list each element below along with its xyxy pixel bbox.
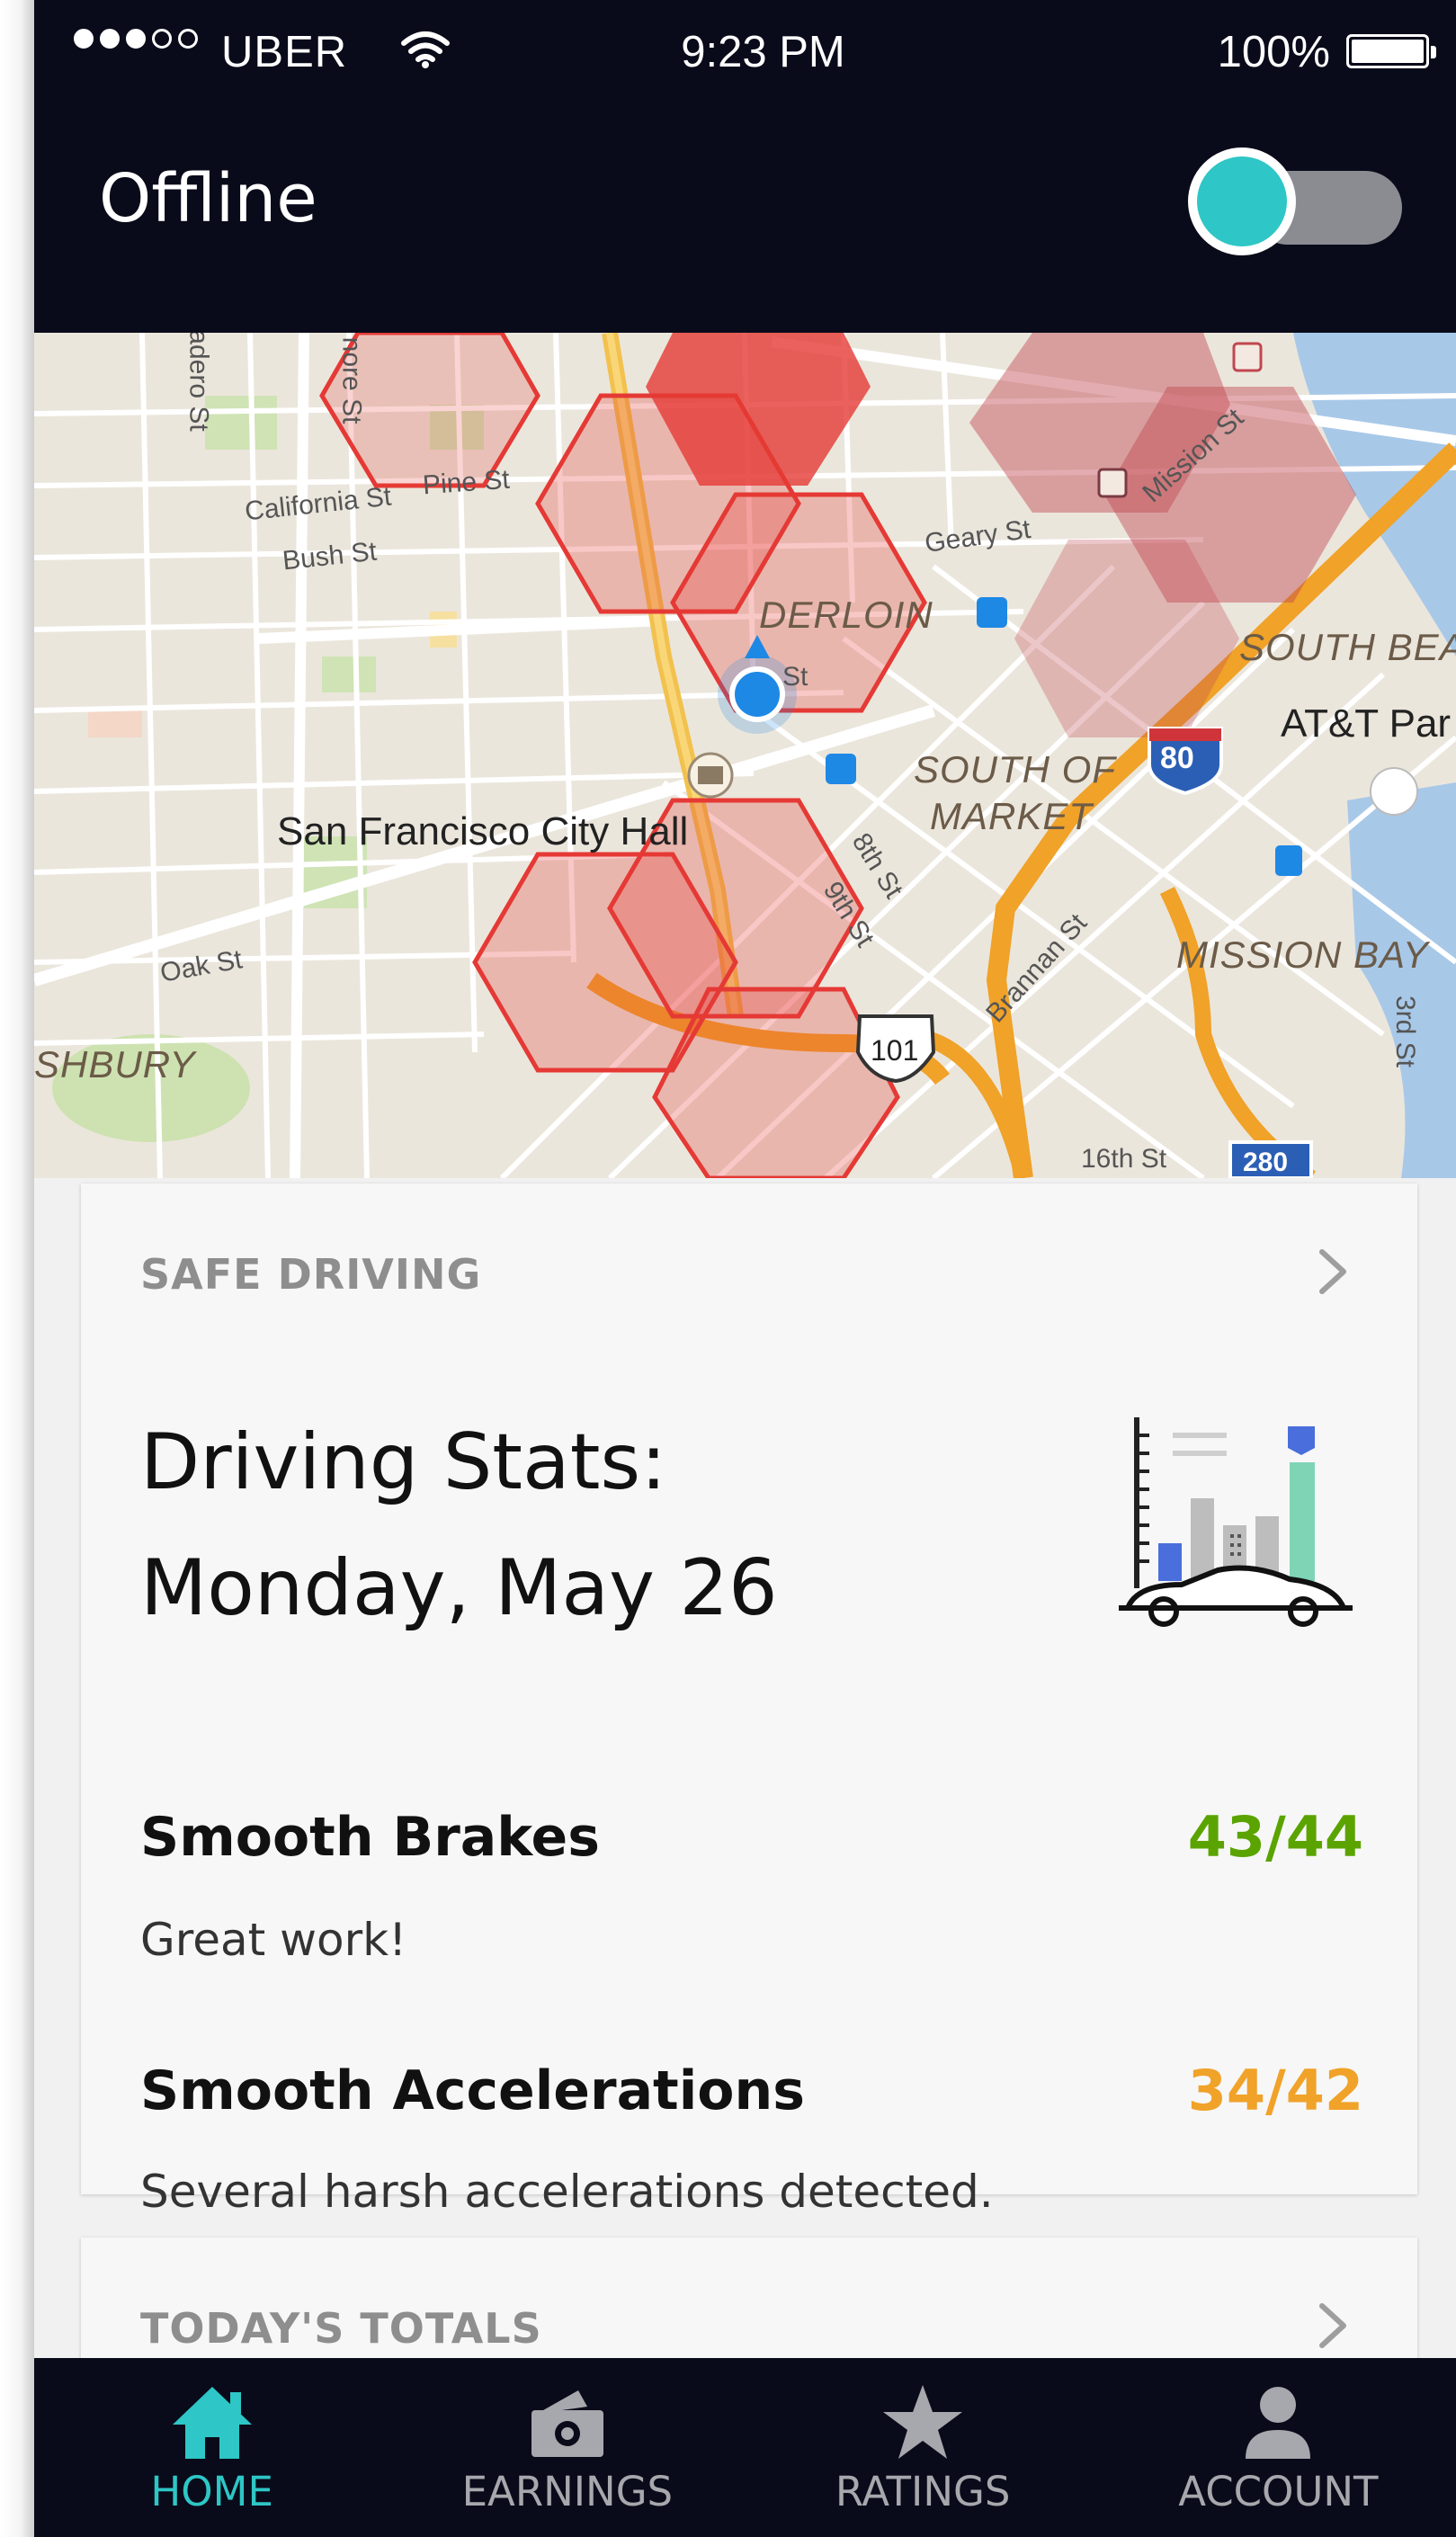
driver-status-title: Offline bbox=[99, 160, 317, 237]
person-icon bbox=[1246, 2387, 1311, 2459]
map-label: St bbox=[782, 662, 808, 692]
highway-shield-label: 80 bbox=[1160, 741, 1194, 775]
smooth-accelerations-note: Several harsh accelerations detected. bbox=[140, 2166, 994, 2218]
battery-icon bbox=[1346, 34, 1436, 68]
chevron-right-icon[interactable] bbox=[1315, 1245, 1351, 1299]
map-neighborhood: SOUTH OF bbox=[914, 748, 1116, 791]
map-label: nore St bbox=[336, 336, 367, 424]
card-section-title: TODAY'S TOTALS bbox=[140, 2304, 542, 2353]
highway-shield-label: 101 bbox=[871, 1034, 919, 1067]
chevron-right-icon[interactable] bbox=[1315, 2299, 1351, 2353]
map-neighborhood: SHBURY bbox=[34, 1043, 196, 1085]
status-bar: UBER 9:23 PM 100% bbox=[34, 20, 1456, 83]
map-label: Pine St bbox=[421, 464, 511, 501]
device-bezel bbox=[0, 0, 34, 2537]
online-toggle[interactable] bbox=[1188, 147, 1402, 255]
surge-map[interactable]: Pine St California St Bush St Geary St M… bbox=[34, 333, 1456, 1178]
map-label: 16th St bbox=[1081, 1144, 1167, 1174]
home-icon bbox=[172, 2387, 252, 2459]
smooth-brakes-note: Great work! bbox=[140, 1914, 407, 1966]
smooth-accelerations-score: 34/42 bbox=[1187, 2058, 1363, 2123]
card-section-title: SAFE DRIVING bbox=[140, 1250, 482, 1299]
tab-label: HOME bbox=[150, 2468, 273, 2515]
map-neighborhood: SOUTH BEAC bbox=[1239, 626, 1456, 668]
wallet-icon bbox=[531, 2390, 603, 2457]
safe-driving-card[interactable]: SAFE DRIVING Driving Stats: Monday, May … bbox=[81, 1184, 1417, 2218]
app-screen: UBER 9:23 PM 100% Offline Pine St Califo… bbox=[34, 0, 1456, 2537]
smooth-brakes-label: Smooth Brakes bbox=[140, 1806, 600, 1869]
driving-stats-date: Monday, May 26 bbox=[140, 1543, 778, 1633]
tab-ratings[interactable]: RATINGS bbox=[746, 2358, 1101, 2537]
smooth-accelerations-label: Smooth Accelerations bbox=[140, 2059, 805, 2122]
driving-stats-illustration-icon bbox=[1119, 1417, 1353, 1627]
tab-label: EARNINGS bbox=[461, 2468, 674, 2515]
star-icon bbox=[883, 2385, 963, 2459]
driving-stats-title: Driving Stats: Monday, May 26 bbox=[140, 1399, 778, 1651]
tab-label: RATINGS bbox=[835, 2468, 1011, 2515]
driving-stats-title-line1: Driving Stats: bbox=[140, 1417, 667, 1507]
bottom-tab-bar: HOME EARNINGS RATINGS ACCOUNT bbox=[34, 2358, 1456, 2537]
map-poi: AT&T Par bbox=[1281, 701, 1452, 746]
tab-home[interactable]: HOME bbox=[34, 2358, 389, 2537]
smooth-brakes-score: 43/44 bbox=[1187, 1804, 1363, 1870]
map-neighborhood: DERLOIN bbox=[759, 594, 933, 636]
tab-label: ACCOUNT bbox=[1178, 2468, 1379, 2515]
map-neighborhood: MARKET bbox=[930, 795, 1094, 837]
top-bar: UBER 9:23 PM 100% Offline bbox=[34, 0, 1456, 333]
map-poi: San Francisco City Hall bbox=[277, 809, 689, 853]
map-graphic bbox=[34, 333, 1456, 1178]
toggle-knob bbox=[1188, 147, 1296, 255]
battery-percent: 100% bbox=[1217, 28, 1330, 76]
tab-account[interactable]: ACCOUNT bbox=[1101, 2358, 1456, 2537]
map-neighborhood: MISSION BAY bbox=[1176, 934, 1429, 976]
map-label: 3rd St bbox=[1390, 995, 1421, 1068]
map-label: adero St bbox=[183, 333, 214, 432]
tab-earnings[interactable]: EARNINGS bbox=[389, 2358, 745, 2537]
highway-shield-label: 280 bbox=[1243, 1148, 1289, 1177]
